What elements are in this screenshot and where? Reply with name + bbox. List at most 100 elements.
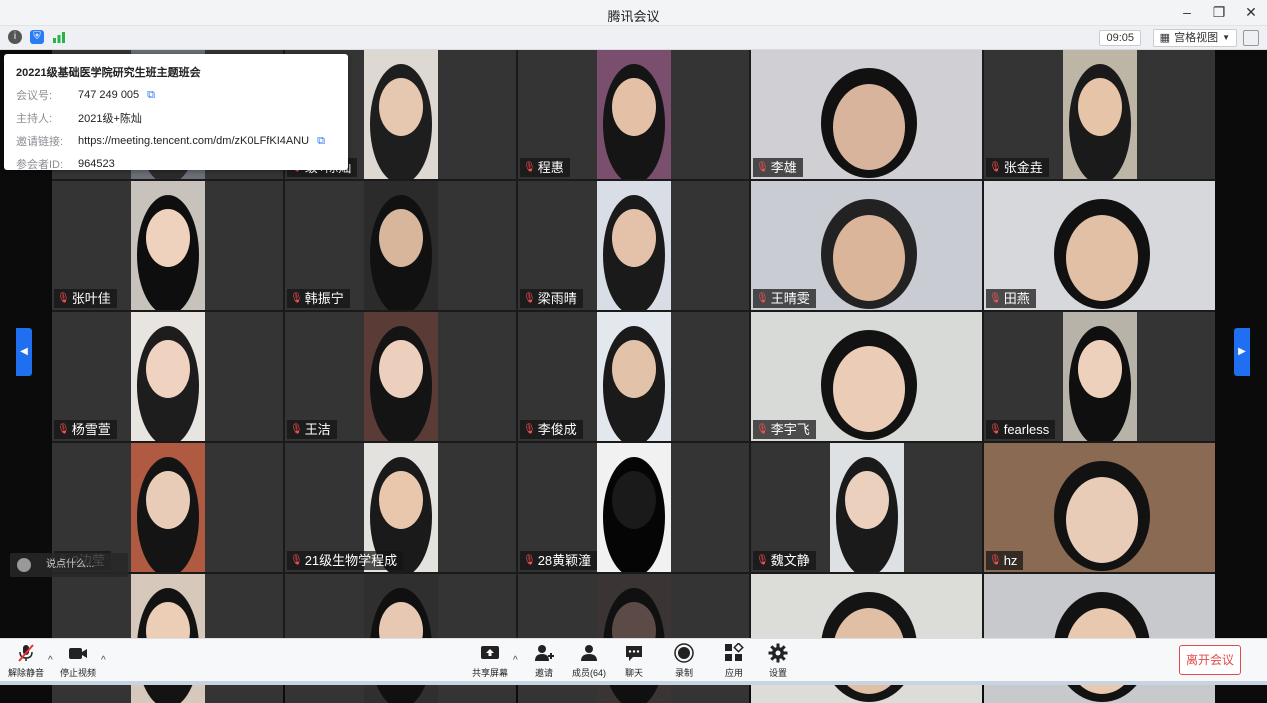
bottom-toolbar: 解除静音 ^ 停止视频 ^ 共享屏幕 ^ 邀请 成员(64) 聊天 录制 应用 … xyxy=(0,638,1267,685)
stop-video-button[interactable]: 停止视频 xyxy=(54,643,102,679)
muted-mic-icon: 🎙 xyxy=(989,555,1002,566)
participant-name-tag: 🎙 梁雨晴 xyxy=(520,289,583,308)
participant-video xyxy=(364,181,438,310)
invite-label: 邀请 xyxy=(534,668,553,678)
chat-input[interactable]: 说点什么... xyxy=(10,553,128,577)
record-button[interactable]: 录制 xyxy=(660,643,708,679)
participant-name: 魏文静 xyxy=(770,553,810,568)
bottom-strip xyxy=(0,681,1267,685)
participant-name-tag: 🎙 程惠 xyxy=(520,158,570,177)
muted-mic-icon: 🎙 xyxy=(756,293,769,304)
muted-mic-icon: 🎙 xyxy=(523,555,536,566)
participant-video xyxy=(1063,312,1137,441)
participant-video xyxy=(364,50,438,179)
participant-name: 张金垚 xyxy=(1003,160,1043,175)
participant-face xyxy=(1078,340,1122,398)
participant-face xyxy=(845,471,889,529)
muted-mic-icon: 🎙 xyxy=(290,424,303,435)
add-user-icon xyxy=(534,643,554,663)
chat-button[interactable]: 聊天 xyxy=(610,643,658,679)
share-screen-icon xyxy=(480,643,500,663)
participant-face xyxy=(612,78,656,136)
video-options-caret[interactable]: ^ xyxy=(101,655,106,666)
participant-name-tag: 🎙 28黄颖潼 xyxy=(520,551,598,570)
view-mode-button[interactable]: ▦ 宫格视图 ▼ xyxy=(1152,29,1237,47)
participant-tile[interactable]: 🎙 杨雪萱 xyxy=(52,312,283,441)
participant-name: 王晴雯 xyxy=(770,291,810,306)
participant-video xyxy=(364,312,438,441)
invite-link-value[interactable]: https://meeting.tencent.com/dm/zK0LFfKI4… xyxy=(78,135,309,147)
apps-icon xyxy=(724,642,744,663)
muted-mic-icon: 🎙 xyxy=(57,293,70,304)
muted-mic-icon: 🎙 xyxy=(989,424,1002,435)
gear-icon xyxy=(768,643,788,663)
participant-tile[interactable]: 🎙 28黄颖潼 xyxy=(518,443,749,572)
meeting-info-card: 20221级基础医学院研究生班主题班会 会议号: 747 249 005 ⧉ 主… xyxy=(4,54,348,171)
previous-page-arrow[interactable]: ◀ xyxy=(16,328,32,376)
invite-button[interactable]: 邀请 xyxy=(520,643,568,679)
leave-meeting-button[interactable]: 离开会议 xyxy=(1179,645,1241,675)
participant-name: 韩振宁 xyxy=(304,291,344,306)
participant-tile[interactable]: 🎙 梁雨晴 xyxy=(518,181,749,310)
muted-mic-icon: 🎙 xyxy=(290,293,303,304)
muted-mic-icon: 🎙 xyxy=(523,424,536,435)
participant-face xyxy=(1078,78,1122,136)
participant-face xyxy=(1066,477,1138,563)
participant-name-tag: 🎙 21级生物学程成 xyxy=(287,551,404,570)
participant-id-label: 参会者ID: xyxy=(16,159,64,171)
host-value: 2021级+陈灿 xyxy=(78,113,142,125)
chat-icon xyxy=(624,643,644,663)
muted-mic-icon xyxy=(16,643,36,663)
participant-tile[interactable]: 🎙 张叶佳 xyxy=(52,181,283,310)
minimize-icon[interactable]: – xyxy=(1179,4,1195,20)
share-screen-button[interactable]: 共享屏幕 xyxy=(466,643,514,679)
participant-face xyxy=(833,346,905,432)
participant-tile[interactable]: 🎙 李雄 xyxy=(751,50,982,179)
participant-name: 张叶佳 xyxy=(71,291,111,306)
meeting-status-bar: i ⛨ 09:05 ▦ 宫格视图 ▼ xyxy=(0,26,1267,50)
emoji-icon[interactable] xyxy=(17,558,31,572)
participant-tile[interactable]: 🎙 hz xyxy=(984,443,1215,572)
participant-name: 田燕 xyxy=(1003,291,1030,306)
muted-mic-icon: 🎙 xyxy=(756,424,769,435)
participant-tile[interactable]: 🎙 李俊成 xyxy=(518,312,749,441)
participant-tile[interactable]: 🎙 田燕 xyxy=(984,181,1215,310)
meeting-id-value: 747 249 005 xyxy=(78,89,140,101)
participant-face xyxy=(833,215,905,301)
participant-name: 李宇飞 xyxy=(770,422,810,437)
next-page-arrow[interactable]: ▶ xyxy=(1234,328,1250,376)
members-button[interactable]: 成员(64) xyxy=(565,643,613,679)
signal-icon[interactable] xyxy=(52,30,66,44)
muted-mic-icon: 🎙 xyxy=(57,424,70,435)
record-label: 录制 xyxy=(674,668,693,678)
shield-icon[interactable]: ⛨ xyxy=(30,30,44,44)
participant-tile[interactable]: 🎙 21级生物学程成 xyxy=(285,443,516,572)
muted-mic-icon: 🎙 xyxy=(989,162,1002,173)
meeting-id-label: 会议号: xyxy=(16,90,53,102)
fullscreen-icon[interactable] xyxy=(1243,30,1259,46)
participant-face xyxy=(379,471,423,529)
meeting-timer: 09:05 xyxy=(1099,30,1141,46)
participant-tile[interactable]: 🎙 张金垚 xyxy=(984,50,1215,179)
participant-tile[interactable]: 🎙 魏文静 xyxy=(751,443,982,572)
participant-tile[interactable]: 🎙 王晴雯 xyxy=(751,181,982,310)
settings-button[interactable]: 设置 xyxy=(754,643,802,679)
muted-mic-icon: 🎙 xyxy=(290,555,303,566)
copy-icon[interactable]: ⧉ xyxy=(147,89,155,102)
participant-tile[interactable]: 🎙 fearless xyxy=(984,312,1215,441)
copy-icon[interactable]: ⧉ xyxy=(317,135,325,148)
audio-options-caret[interactable]: ^ xyxy=(48,655,53,666)
participant-tile[interactable]: 🎙 李宇飞 xyxy=(751,312,982,441)
participant-name: 李雄 xyxy=(770,160,797,175)
close-icon[interactable]: ✕ xyxy=(1243,4,1259,20)
participant-tile[interactable]: 🎙 王洁 xyxy=(285,312,516,441)
apps-button[interactable]: 应用 xyxy=(710,642,758,679)
restore-icon[interactable]: ❐ xyxy=(1211,4,1227,20)
participant-tile[interactable]: 🎙 程惠 xyxy=(518,50,749,179)
share-options-caret[interactable]: ^ xyxy=(513,655,518,666)
info-icon[interactable]: i xyxy=(8,30,22,44)
participant-name: 28黄颖潼 xyxy=(537,553,592,568)
unmute-button[interactable]: 解除静音 xyxy=(2,643,50,679)
participant-tile[interactable]: 🎙 韩振宁 xyxy=(285,181,516,310)
participant-name: 梁雨晴 xyxy=(537,291,577,306)
